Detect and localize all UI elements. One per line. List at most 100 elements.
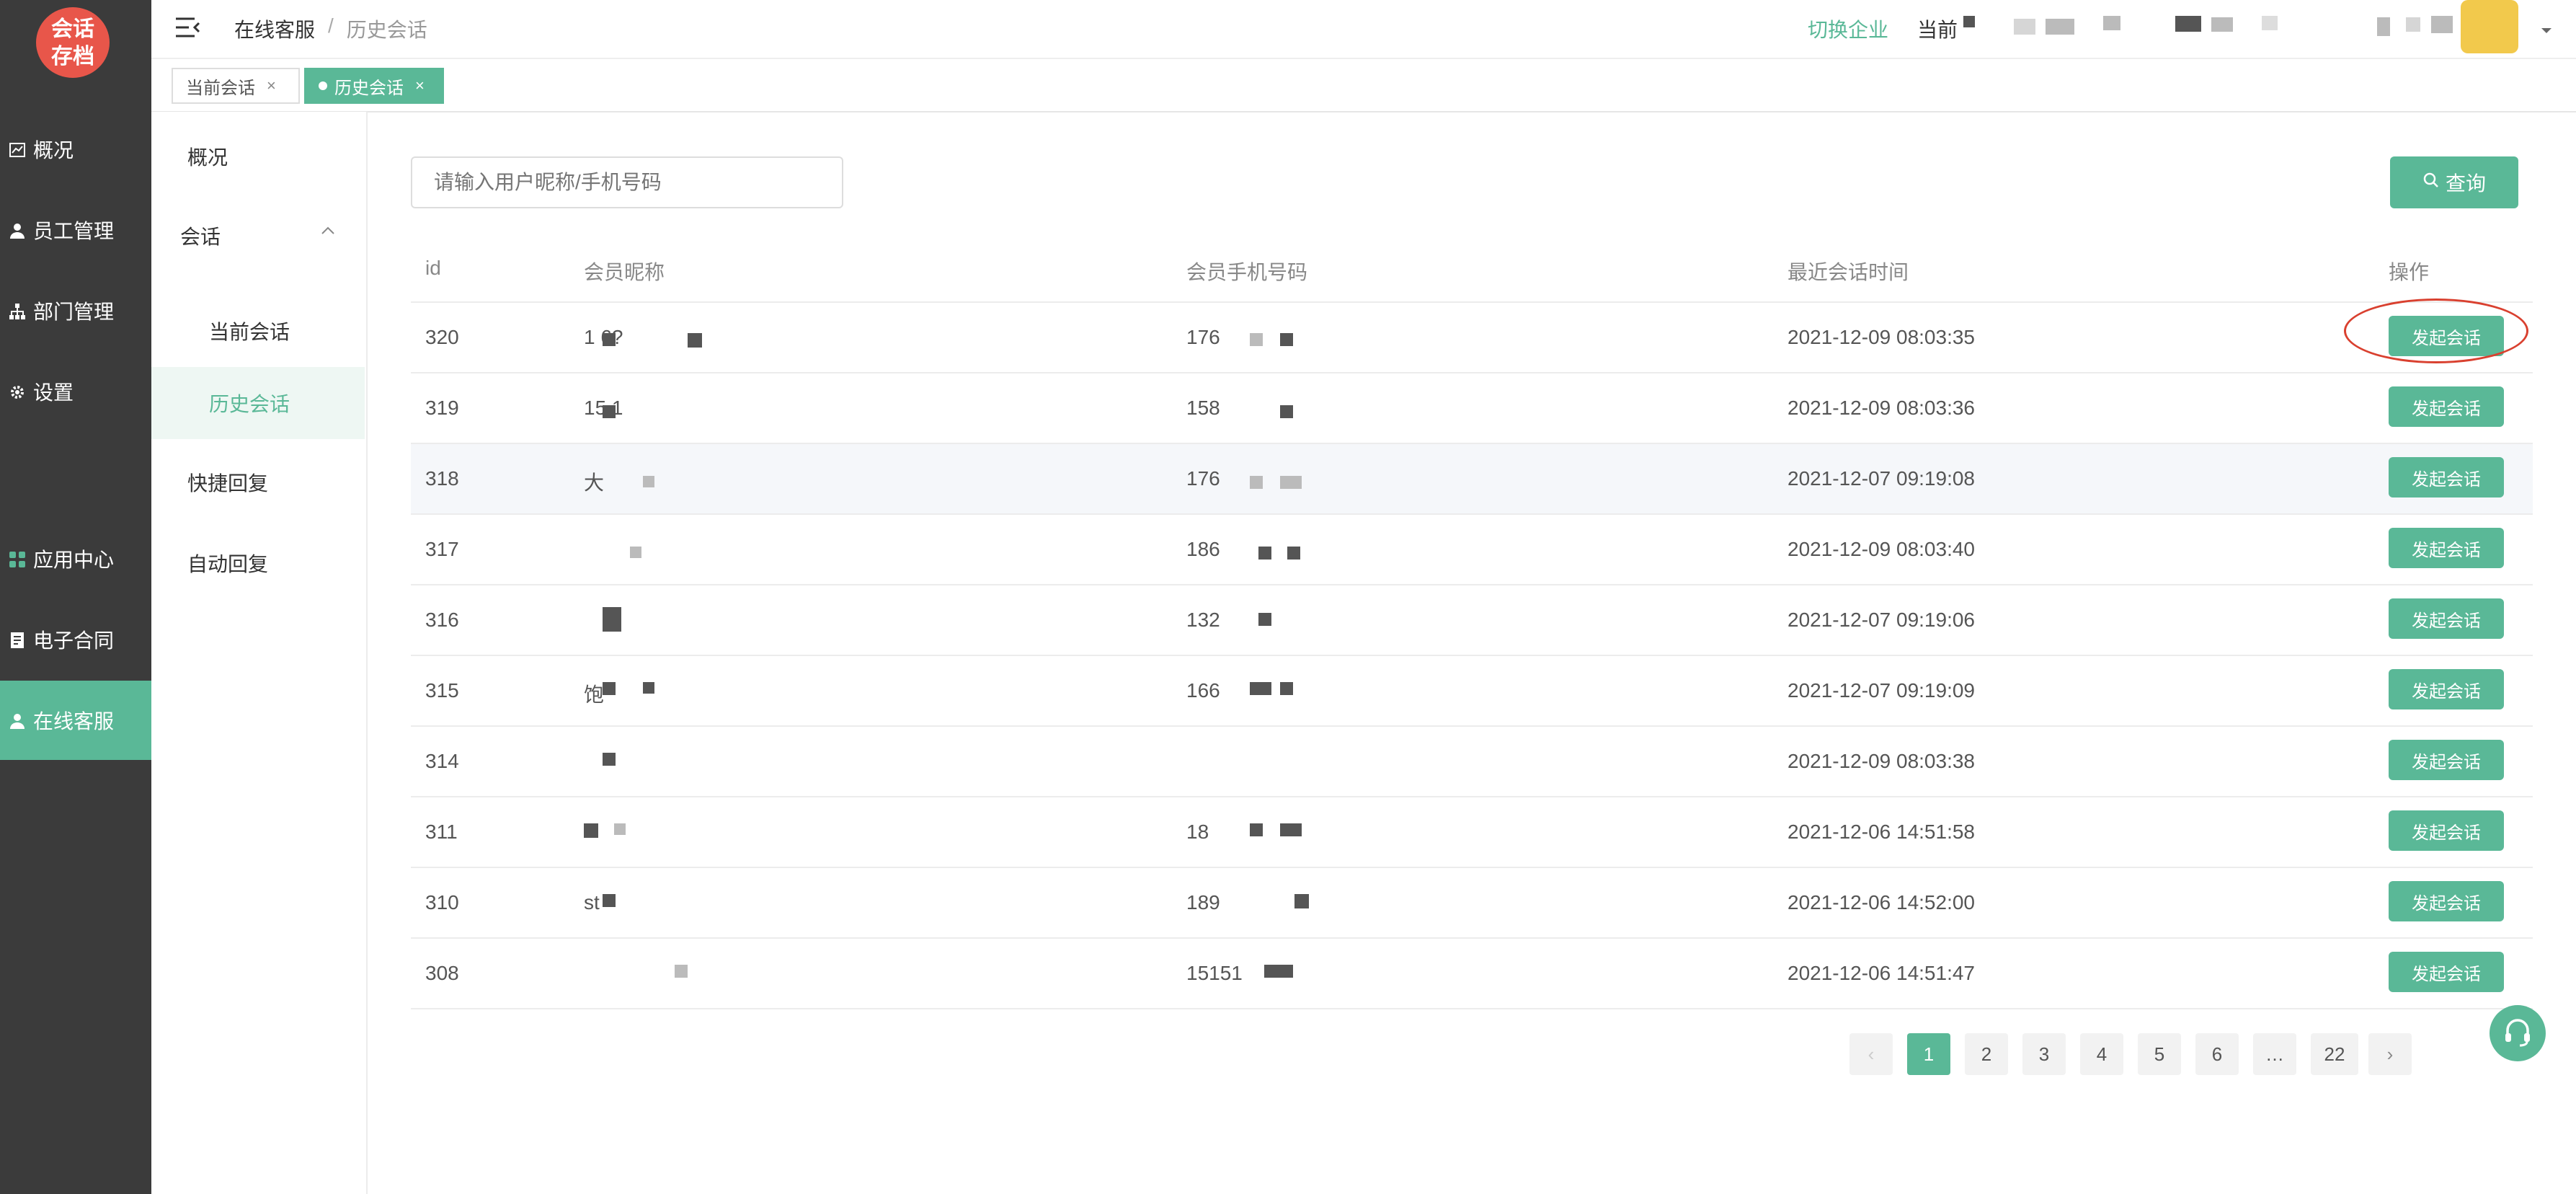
org-icon [9, 302, 26, 319]
headset-icon [2502, 1016, 2533, 1051]
row-last-time: 2021-12-07 09:19:09 [1787, 679, 1975, 702]
row-nickname: 大 [584, 472, 605, 494]
submenu-overview[interactable]: 概况 [187, 142, 228, 171]
document-icon [9, 631, 26, 648]
row-last-time: 2021-12-09 08:03:38 [1787, 750, 1975, 772]
active-dot-icon [319, 81, 327, 90]
current-enterprise-label: 当前 [1917, 19, 1958, 41]
table-row: 317 186 2021-12-09 08:03:40 发起会话 [411, 515, 2533, 585]
row-last-time: 2021-12-09 08:03:36 [1787, 397, 1975, 419]
logo-text-line2: 存档 [51, 45, 94, 68]
tab-current-session[interactable]: 当前会话 × [172, 68, 300, 104]
pagination-page-1[interactable]: 1 [1907, 1033, 1950, 1075]
pagination-page-3[interactable]: 3 [2022, 1033, 2066, 1075]
start-session-button[interactable]: 发起会话 [2389, 881, 2504, 921]
pagination-next-button[interactable]: › [2368, 1033, 2412, 1075]
top-header: 在线客服 / 历史会话 切换企业 当前 [151, 0, 2576, 59]
tabs-bar: 当前会话 × 历史会话 × [151, 59, 2576, 112]
close-icon[interactable]: × [415, 76, 425, 95]
submenu-history-session[interactable]: 历史会话 [209, 389, 290, 417]
sidebar-item-overview[interactable]: 概况 [0, 110, 151, 189]
start-session-button[interactable]: 发起会话 [2389, 669, 2504, 709]
pagination-ellipsis[interactable]: … [2253, 1033, 2296, 1075]
row-last-time: 2021-12-07 09:19:06 [1787, 609, 1975, 631]
sidebar-item-staff[interactable]: 员工管理 [0, 190, 151, 270]
start-session-button[interactable]: 发起会话 [2389, 952, 2504, 992]
sidebar-item-settings[interactable]: 设置 [0, 352, 151, 431]
row-id: 318 [425, 467, 459, 490]
sidebar-item-e-contract[interactable]: 电子合同 [0, 600, 151, 679]
app-logo[interactable]: 会话 存档 [36, 7, 110, 78]
search-icon [2422, 171, 2440, 194]
row-id: 320 [425, 326, 459, 348]
row-id: 311 [425, 821, 458, 843]
row-last-time: 2021-12-06 14:51:47 [1787, 962, 1975, 984]
start-session-button[interactable]: 发起会话 [2389, 316, 2504, 356]
row-phone: 176 [1186, 326, 1220, 348]
menu-toggle-icon[interactable] [174, 16, 200, 43]
breadcrumb-root[interactable]: 在线客服 [234, 14, 315, 43]
enterprise-name-redacted [1959, 13, 2507, 37]
row-phone: 158 [1186, 397, 1220, 419]
chevron-up-icon[interactable] [320, 226, 336, 239]
sidebar-item-app-center[interactable]: 应用中心 [0, 519, 151, 598]
sidebar-item-label: 在线客服 [33, 710, 115, 733]
row-phone: 186 [1186, 538, 1220, 560]
row-phone: 132 [1186, 609, 1220, 631]
apps-icon [9, 550, 26, 567]
breadcrumb-current: 历史会话 [346, 19, 427, 41]
start-session-button[interactable]: 发起会话 [2389, 457, 2504, 498]
user-icon [9, 221, 26, 239]
close-icon[interactable]: × [267, 76, 276, 95]
customer-support-float-button[interactable] [2490, 1005, 2546, 1061]
search-button[interactable]: 查询 [2390, 156, 2518, 208]
start-session-button[interactable]: 发起会话 [2389, 528, 2504, 568]
sidebar-item-label: 员工管理 [33, 220, 115, 242]
sidebar-item-label: 设置 [33, 381, 74, 404]
submenu-current-session[interactable]: 当前会话 [209, 317, 290, 345]
main-sidebar: 会话 存档 概况 员工管理 部门管理 设置 应用中心 电子合同 在线客服 [0, 0, 151, 1194]
row-phone: 166 [1186, 679, 1220, 702]
sidebar-item-label: 部门管理 [33, 301, 115, 323]
sidebar-item-department[interactable]: 部门管理 [0, 271, 151, 350]
start-session-button[interactable]: 发起会话 [2389, 810, 2504, 851]
row-last-time: 2021-12-09 08:03:40 [1787, 538, 1975, 560]
row-last-time: 2021-12-07 09:19:08 [1787, 467, 1975, 490]
pagination-page-2[interactable]: 2 [1965, 1033, 2008, 1075]
pagination-prev-button[interactable]: ‹ [1849, 1033, 1893, 1075]
sidebar-item-label: 应用中心 [33, 549, 115, 571]
pagination-page-5[interactable]: 5 [2138, 1033, 2181, 1075]
breadcrumb: 在线客服 / 历史会话 [234, 14, 427, 43]
switch-enterprise-link[interactable]: 切换企业 [1808, 14, 1888, 43]
gear-icon [9, 383, 26, 400]
tab-history-session[interactable]: 历史会话 × [304, 68, 444, 104]
row-nickname: st [584, 891, 600, 914]
sidebar-item-online-service[interactable]: 在线客服 [0, 681, 151, 760]
search-input[interactable] [411, 156, 843, 208]
search-button-label: 查询 [2445, 172, 2486, 195]
start-session-button[interactable]: 发起会话 [2389, 740, 2504, 780]
pagination-page-6[interactable]: 6 [2195, 1033, 2239, 1075]
row-id: 308 [425, 962, 459, 984]
tab-label: 当前会话 [186, 78, 255, 98]
pagination-page-4[interactable]: 4 [2080, 1033, 2123, 1075]
user-icon [9, 712, 26, 729]
row-last-time: 2021-12-09 08:03:35 [1787, 326, 1975, 348]
start-session-button[interactable]: 发起会话 [2389, 386, 2504, 427]
submenu-session[interactable]: 会话 [180, 221, 221, 250]
avatar[interactable] [2461, 0, 2518, 53]
chevron-down-icon[interactable] [2540, 26, 2553, 39]
secondary-menu: 概况 会话 当前会话 历史会话 快捷回复 自动回复 [151, 112, 368, 1194]
row-phone: 189 [1186, 891, 1220, 914]
row-id: 314 [425, 750, 459, 772]
breadcrumb-separator: / [328, 14, 334, 37]
table-row: 308 15151 2021-12-06 14:51:47 发起会话 [411, 939, 2533, 1009]
start-session-button[interactable]: 发起会话 [2389, 598, 2504, 639]
row-phone: 176 [1186, 467, 1220, 490]
column-header-last-time: 最近会话时间 [1787, 261, 1909, 283]
pagination-page-last[interactable]: 22 [2311, 1033, 2358, 1075]
submenu-quick-reply[interactable]: 快捷回复 [187, 468, 268, 497]
row-id: 319 [425, 397, 459, 419]
tab-label: 历史会话 [334, 78, 404, 98]
submenu-auto-reply[interactable]: 自动回复 [187, 549, 268, 578]
